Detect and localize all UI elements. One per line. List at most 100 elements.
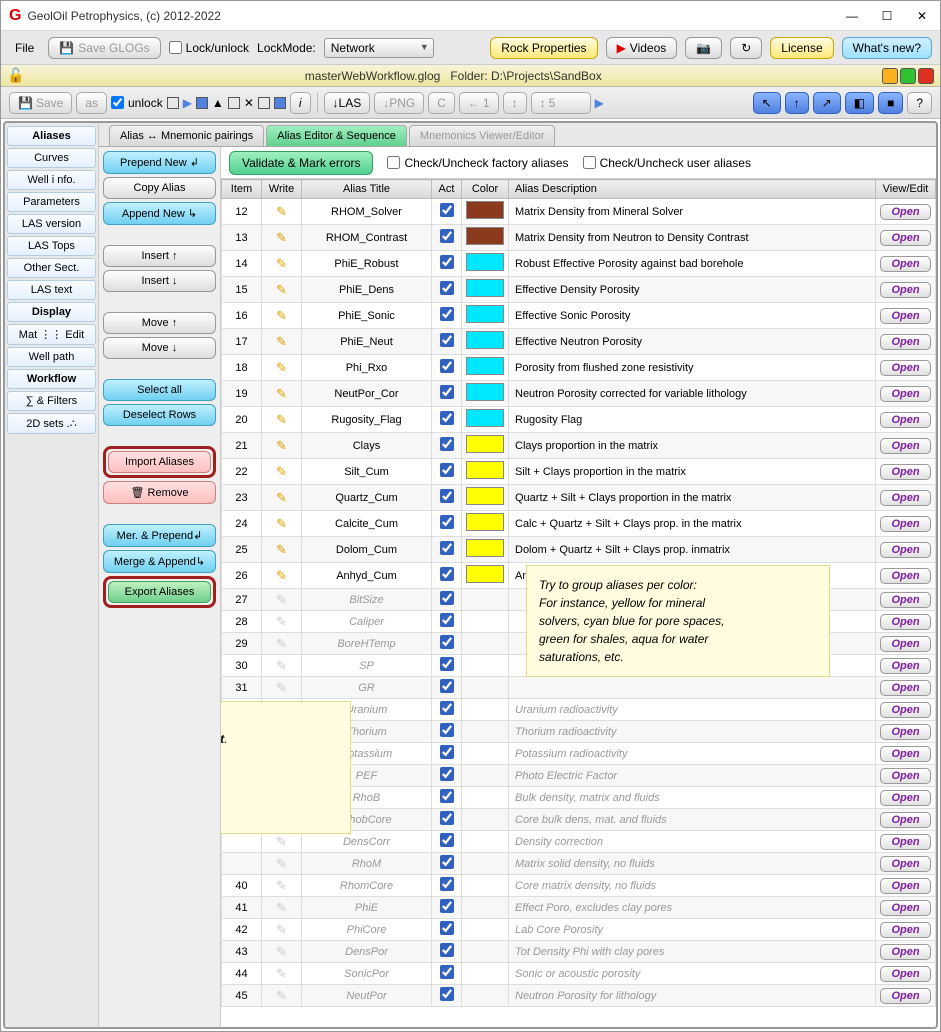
open-button[interactable]: Open	[880, 988, 930, 1004]
cell-act[interactable]	[432, 589, 462, 611]
tool-nw-button[interactable]: ↖	[753, 92, 781, 114]
cell-write[interactable]: ✎	[262, 655, 302, 677]
table-row[interactable]: 12✎RHOM_SolverMatrix Density from Minera…	[222, 199, 936, 225]
cell-act[interactable]	[432, 699, 462, 721]
sidebar-item-parameters[interactable]: Parameters	[7, 192, 96, 212]
sidebar-item-well-i-nfo-[interactable]: Well i nfo.	[7, 170, 96, 190]
th-color[interactable]: Color	[462, 180, 509, 199]
arrow-button[interactable]: ← 1	[459, 92, 499, 114]
cell-title[interactable]: PhiE_Robust	[302, 251, 432, 277]
cell-write[interactable]: ✎	[262, 963, 302, 985]
table-row[interactable]: 16✎PhiE_SonicEffective Sonic PorosityOpe…	[222, 303, 936, 329]
cell-color[interactable]	[462, 355, 509, 381]
c-button[interactable]: C	[428, 92, 455, 114]
open-button[interactable]: Open	[880, 204, 930, 220]
open-button[interactable]: Open	[880, 334, 930, 350]
cell-write[interactable]: ✎	[262, 329, 302, 355]
cell-act[interactable]	[432, 941, 462, 963]
file-menu[interactable]: File	[9, 37, 40, 59]
cell-write[interactable]: ✎	[262, 611, 302, 633]
unlock-check[interactable]: unlock	[111, 96, 163, 110]
open-button[interactable]: Open	[880, 944, 930, 960]
cell-act[interactable]	[432, 251, 462, 277]
save-as-button[interactable]: as	[76, 92, 107, 114]
open-button[interactable]: Open	[880, 856, 930, 872]
cell-act[interactable]	[432, 563, 462, 589]
open-button[interactable]: Open	[880, 658, 930, 674]
cell-write[interactable]: ✎	[262, 433, 302, 459]
shape5[interactable]	[274, 97, 286, 109]
table-row[interactable]: 42✎PhiCoreLab Core PorosityOpen	[222, 919, 936, 941]
table-row[interactable]: 24✎Calcite_CumCalc + Quartz + Silt + Cla…	[222, 511, 936, 537]
open-button[interactable]: Open	[880, 768, 930, 784]
cell-color[interactable]	[462, 633, 509, 655]
select-all-button[interactable]: Select all	[103, 379, 216, 401]
open-button[interactable]: Open	[880, 900, 930, 916]
cell-write[interactable]: ✎	[262, 407, 302, 433]
cell-color[interactable]	[462, 485, 509, 511]
cell-title[interactable]: RhomCore	[302, 875, 432, 897]
sidebar-item-curves[interactable]: Curves	[7, 148, 96, 168]
insert-up-button[interactable]: Insert ↑	[103, 245, 216, 267]
open-button[interactable]: Open	[880, 680, 930, 696]
sidebar-item-well-path[interactable]: Well path	[7, 347, 96, 367]
open-button[interactable]: Open	[880, 308, 930, 324]
cell-color[interactable]	[462, 589, 509, 611]
cell-title[interactable]: NeutPor_Cor	[302, 381, 432, 407]
cell-write[interactable]: ✎	[262, 225, 302, 251]
cell-write[interactable]: ✎	[262, 589, 302, 611]
cell-act[interactable]	[432, 743, 462, 765]
table-row[interactable]: 31✎GROpen	[222, 677, 936, 699]
cell-write[interactable]: ✎	[262, 897, 302, 919]
cell-color[interactable]	[462, 919, 509, 941]
license-button[interactable]: License	[770, 37, 833, 59]
camera-button[interactable]: 📷	[685, 37, 722, 59]
cell-color[interactable]	[462, 787, 509, 809]
cell-title[interactable]: PhiE	[302, 897, 432, 919]
open-button[interactable]: Open	[880, 230, 930, 246]
cell-title[interactable]: SP	[302, 655, 432, 677]
cell-act[interactable]	[432, 511, 462, 537]
cell-title[interactable]: Dolom_Cum	[302, 537, 432, 563]
cell-act[interactable]	[432, 199, 462, 225]
move-down-button[interactable]: Move ↓	[103, 337, 216, 359]
shape3[interactable]	[228, 97, 240, 109]
cell-color[interactable]	[462, 875, 509, 897]
cell-act[interactable]	[432, 303, 462, 329]
cell-act[interactable]	[432, 407, 462, 433]
table-row[interactable]: 40✎RhomCoreCore matrix density, no fluid…	[222, 875, 936, 897]
cell-title[interactable]: PhiE_Neut	[302, 329, 432, 355]
cell-write[interactable]: ✎	[262, 941, 302, 963]
cell-title[interactable]: Quartz_Cum	[302, 485, 432, 511]
table-row[interactable]: 21✎ClaysClays proportion in the matrixOp…	[222, 433, 936, 459]
cell-act[interactable]	[432, 225, 462, 251]
cell-act[interactable]	[432, 809, 462, 831]
table-row[interactable]: 22✎Silt_CumSilt + Clays proportion in th…	[222, 459, 936, 485]
lock-unlock-check[interactable]: Lock/unlock	[169, 41, 249, 55]
open-button[interactable]: Open	[880, 490, 930, 506]
cell-act[interactable]	[432, 381, 462, 407]
cell-color[interactable]	[462, 831, 509, 853]
check-user[interactable]: Check/Uncheck user aliases	[583, 156, 751, 170]
copy-alias-button[interactable]: Copy Alias	[103, 177, 216, 199]
table-row[interactable]: 19✎NeutPor_CorNeutron Porosity corrected…	[222, 381, 936, 407]
cell-act[interactable]	[432, 897, 462, 919]
open-button[interactable]: Open	[880, 812, 930, 828]
help-button[interactable]: ?	[907, 92, 932, 114]
table-row[interactable]: 13✎RHOM_ContrastMatrix Density from Neut…	[222, 225, 936, 251]
table-row[interactable]: 44✎SonicPorSonic or acoustic porosityOpe…	[222, 963, 936, 985]
cell-color[interactable]	[462, 225, 509, 251]
cell-title[interactable]: PhiE_Sonic	[302, 303, 432, 329]
cell-act[interactable]	[432, 355, 462, 381]
open-button[interactable]: Open	[880, 702, 930, 718]
cell-title[interactable]: PhiCore	[302, 919, 432, 941]
cell-title[interactable]: RHOM_Contrast	[302, 225, 432, 251]
cell-write[interactable]: ✎	[262, 485, 302, 511]
rock-properties-button[interactable]: Rock Properties	[490, 37, 597, 59]
open-button[interactable]: Open	[880, 360, 930, 376]
open-button[interactable]: Open	[880, 386, 930, 402]
cell-color[interactable]	[462, 985, 509, 1007]
sidebar-item-other-sect-[interactable]: Other Sect.	[7, 258, 96, 278]
open-button[interactable]: Open	[880, 724, 930, 740]
cell-write[interactable]: ✎	[262, 677, 302, 699]
